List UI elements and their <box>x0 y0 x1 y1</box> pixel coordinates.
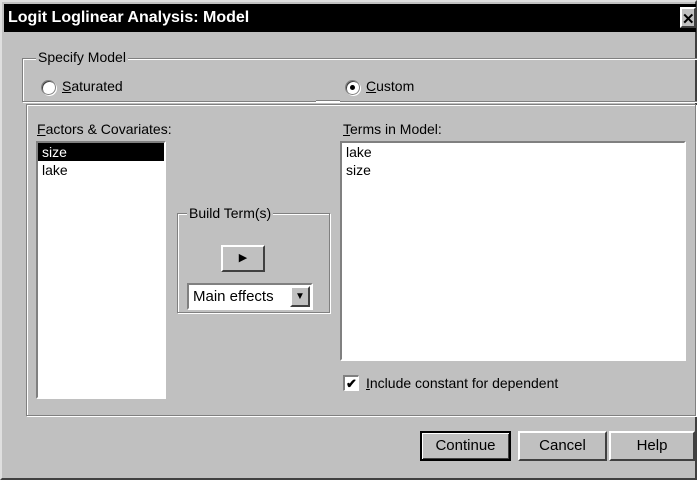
custom-radio[interactable] <box>345 80 360 95</box>
terms-listbox[interactable]: lake size <box>340 141 686 361</box>
factors-label-accel: F <box>37 121 46 137</box>
terms-label: Terms in Model: <box>343 121 442 137</box>
factor-item[interactable]: size <box>38 143 164 161</box>
custom-label[interactable]: Custom <box>366 78 414 94</box>
factor-item[interactable]: lake <box>38 161 164 179</box>
saturated-radio[interactable] <box>41 80 56 95</box>
saturated-label-rest: aturated <box>71 78 123 94</box>
terms-list: lake size <box>342 143 684 179</box>
right-arrow-icon: ▶ <box>238 252 248 264</box>
custom-radio-dot <box>350 85 355 90</box>
include-constant-checkbox[interactable]: ✔ <box>343 375 359 391</box>
term-item[interactable]: lake <box>342 143 684 161</box>
cancel-button[interactable]: Cancel <box>518 431 607 461</box>
term-type-select[interactable]: Main effects ▼ <box>187 283 313 310</box>
include-constant-rest: nclude constant for dependent <box>369 375 559 391</box>
terms-label-rest: erms in Model: <box>350 121 442 137</box>
term-item[interactable]: size <box>342 161 684 179</box>
include-constant-label[interactable]: Include constant for dependent <box>366 375 558 391</box>
build-term-legend: Build Term(s) <box>187 205 274 221</box>
continue-button[interactable]: Continue <box>420 431 511 461</box>
radio-separator <box>316 100 340 101</box>
terms-label-accel: T <box>343 121 350 137</box>
factors-label-rest: actors & Covariates: <box>45 121 172 137</box>
term-type-value: Main effects <box>193 288 274 305</box>
help-button[interactable]: Help <box>609 431 695 461</box>
custom-label-accel: C <box>366 78 377 94</box>
factors-listbox[interactable]: size lake <box>36 141 166 399</box>
move-term-button[interactable]: ▶ <box>221 245 265 272</box>
factors-list: size lake <box>38 143 164 179</box>
check-icon: ✔ <box>346 376 357 391</box>
specify-model-legend: Specify Model <box>36 49 128 65</box>
chevron-down-icon[interactable]: ▼ <box>290 286 310 307</box>
custom-label-rest: ustom <box>376 78 415 94</box>
saturated-label-accel: S <box>62 78 72 94</box>
saturated-label[interactable]: Saturated <box>62 78 123 94</box>
close-icon[interactable]: ✕ <box>680 7 696 28</box>
title-bar: Logit Loglinear Analysis: Model ✕ <box>4 4 696 32</box>
factors-label: Factors & Covariates: <box>37 121 172 137</box>
logit-model-dialog: Logit Loglinear Analysis: Model ✕ Specif… <box>0 0 697 480</box>
window-title: Logit Loglinear Analysis: Model <box>8 9 250 26</box>
